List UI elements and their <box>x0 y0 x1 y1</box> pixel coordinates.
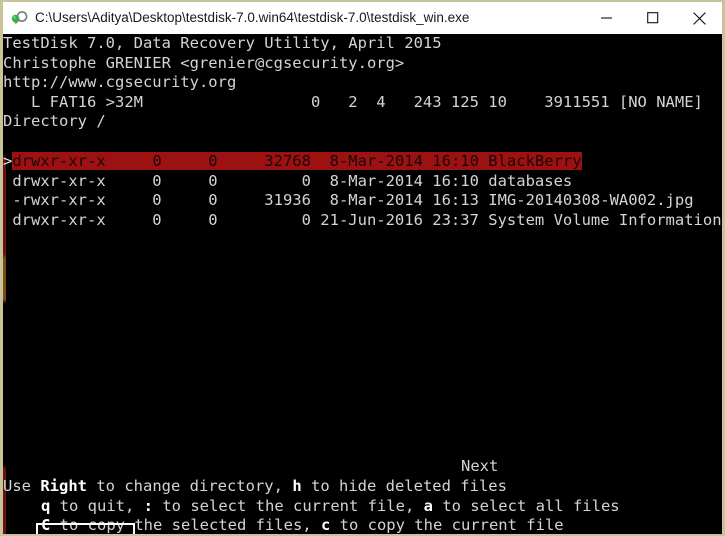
website-line: http://www.cgsecurity.org <box>3 73 722 93</box>
key-right: Right <box>40 477 87 495</box>
author-line: Christophe GRENIER <grenier@cgsecurity.o… <box>3 54 722 74</box>
table-row[interactable]: drwxr-xr-x 0 0 0 8-Mar-2014 16:10 databa… <box>3 172 722 192</box>
close-button[interactable] <box>676 2 722 34</box>
directory-path-line: Directory / <box>3 112 722 132</box>
help-text: to select all files <box>433 497 620 515</box>
testdisk-app-icon <box>11 10 28 27</box>
help-text: Use <box>3 477 40 495</box>
next-button[interactable]: Next <box>461 457 498 477</box>
console-window: C:\Users\Aditya\Desktop\testdisk-7.0.win… <box>0 0 725 536</box>
window-controls <box>584 2 722 34</box>
maximize-button[interactable] <box>630 2 676 34</box>
table-row[interactable]: -rwxr-xr-x 0 0 31936 8-Mar-2014 16:13 IM… <box>3 191 722 211</box>
title-bar[interactable]: C:\Users\Aditya\Desktop\testdisk-7.0.win… <box>3 2 722 34</box>
table-row[interactable]: drwxr-xr-x 0 0 0 21-Jun-2016 23:37 Syste… <box>3 211 722 231</box>
help-text: to copy the current file <box>330 516 563 534</box>
app-banner-line: TestDisk 7.0, Data Recovery Utility, Apr… <box>3 34 722 54</box>
help-line-navigate: Use Right to change directory, h to hide… <box>3 477 722 497</box>
key-h: h <box>292 477 301 495</box>
window-title: C:\Users\Aditya\Desktop\testdisk-7.0.win… <box>35 2 469 34</box>
help-text: to select the current file, <box>153 497 424 515</box>
key-C-upper[interactable]: C <box>41 516 50 534</box>
terminal-body[interactable]: TestDisk 7.0, Data Recovery Utility, Apr… <box>3 34 722 534</box>
help-line-select: q to quit, : to select the current file,… <box>3 497 722 517</box>
table-row[interactable]: >drwxr-xr-x 0 0 32768 8-Mar-2014 16:10 B… <box>3 152 722 172</box>
help-text: to hide deleted files <box>302 477 507 495</box>
file-row-text: drwxr-xr-x 0 0 32768 8-Mar-2014 16:10 Bl… <box>12 152 581 170</box>
help-text: to change directory, <box>87 477 292 495</box>
minimize-button[interactable] <box>584 2 630 34</box>
partition-info-line: L FAT16 >32M 0 2 4 243 125 10 3911551 [N… <box>3 93 722 113</box>
key-c-lower[interactable]: c <box>321 516 330 534</box>
help-line-copy: C to copy the selected files, c to copy … <box>3 516 722 534</box>
key-q[interactable]: q <box>41 497 50 515</box>
help-text: to copy the selected files, <box>50 516 321 534</box>
help-text: to quit, <box>50 497 143 515</box>
key-a[interactable]: a <box>424 497 433 515</box>
key-colon[interactable]: : <box>144 497 153 515</box>
selection-caret: > <box>3 152 12 170</box>
